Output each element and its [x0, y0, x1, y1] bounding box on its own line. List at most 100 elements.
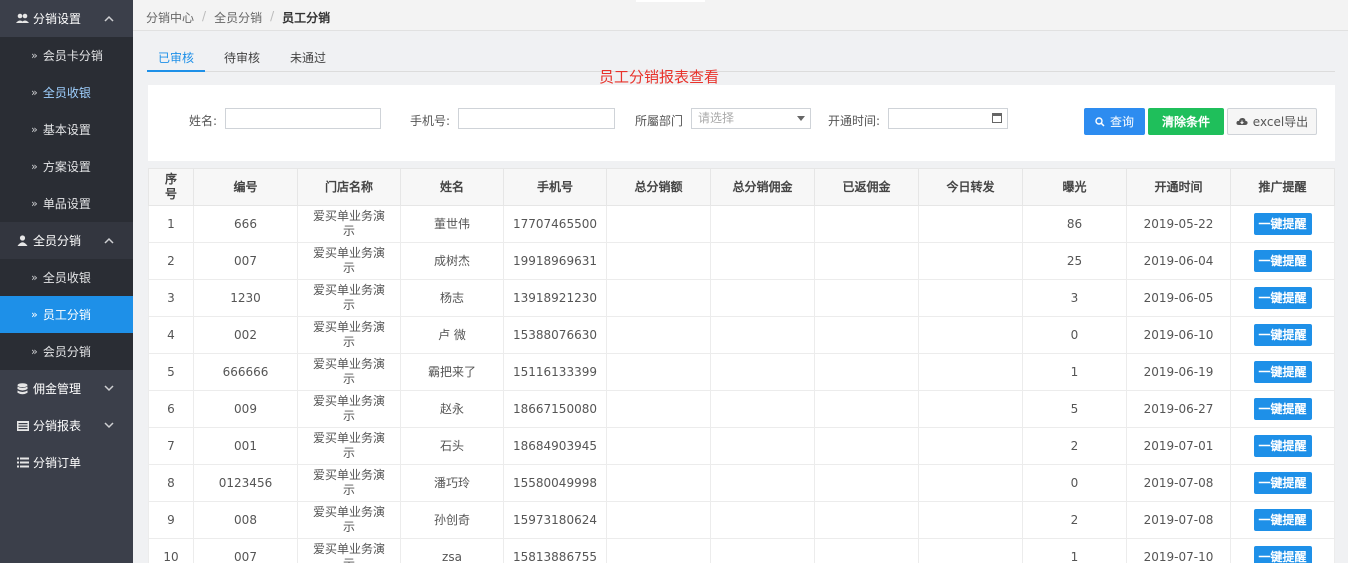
nav-group-distribution-settings[interactable]: 分销设置	[0, 0, 133, 37]
phone-input[interactable]	[458, 108, 615, 129]
row-returned-commission	[814, 205, 919, 243]
row-store: 爱买单业务演示	[297, 390, 401, 428]
table-row: 2 007 爱买单业务演示 成树杰 19918969631 25 2019-06-04 一键提…	[148, 242, 1335, 280]
one-click-remind-button[interactable]: 一键提醒	[1253, 250, 1312, 272]
query-button[interactable]: 查询	[1084, 108, 1145, 135]
phone-label: 手机号:	[410, 114, 451, 128]
open-time-date-input[interactable]	[888, 108, 1008, 129]
row-total-sales	[606, 538, 711, 563]
row-store: 爱买单业务演示	[297, 464, 401, 502]
row-exposure: 1	[1022, 538, 1127, 563]
one-click-remind-button[interactable]: 一键提醒	[1253, 472, 1312, 494]
table-row: 10007爱买单业务演示zsa15813886755 12019-07-10 一键提…	[148, 538, 1335, 563]
row-name: 孙创奇	[400, 501, 504, 539]
one-click-remind-button[interactable]: 一键提醒	[1253, 361, 1312, 383]
double-chevron-right-icon: ››	[31, 123, 38, 136]
breadcrumb-item[interactable]: 全员分销	[214, 9, 262, 26]
tab-pending[interactable]: 待审核	[213, 44, 271, 72]
row-open-time: 2019-06-04	[1126, 242, 1231, 280]
row-open-time: 2019-06-05	[1126, 279, 1231, 317]
row-today-forwards	[918, 390, 1023, 428]
row-returned-commission	[814, 390, 919, 428]
clear-conditions-button[interactable]: 清除条件	[1148, 108, 1224, 135]
sidebar-item-basic-settings[interactable]: ›› 基本设置	[0, 111, 133, 148]
row-total-sales	[606, 427, 711, 465]
table-row: 3 1230 爱买单业务演示 杨志 13918921230 3 2019-06-05 一键提醒	[148, 279, 1335, 317]
double-chevron-right-icon: ››	[31, 86, 38, 99]
row-number: 6	[148, 390, 194, 428]
sidebar-item-staff-distribution[interactable]: ›› 员工分销	[0, 296, 133, 333]
row-exposure: 3	[1022, 279, 1127, 317]
table-row: 8 0123456 爱买单业务演示 潘巧玲 15580049998 0 2019-07-08…	[148, 464, 1335, 502]
row-today-forwards	[918, 353, 1023, 391]
breadcrumb-separator: /	[270, 9, 275, 23]
breadcrumb-item[interactable]: 分销中心	[146, 9, 194, 26]
tab-approved[interactable]: 已审核	[147, 44, 206, 72]
row-number: 9	[148, 501, 194, 539]
one-click-remind-button[interactable]: 一键提醒	[1253, 287, 1312, 309]
row-returned-commission	[814, 538, 919, 563]
row-returned-commission	[814, 353, 919, 391]
sidebar-item-label: 全员收银	[42, 86, 91, 100]
nav-group-all-staff-distribution[interactable]: 全员分销	[0, 222, 133, 259]
tab-rejected[interactable]: 未通过	[279, 44, 337, 72]
row-exposure: 25	[1022, 242, 1127, 280]
row-today-forwards	[918, 279, 1023, 317]
table-row: 5 666666 爱买单业务演示 霸把来了 15116133399 1 2019-06-19…	[148, 353, 1335, 391]
row-total-commission	[710, 427, 815, 465]
department-select[interactable]: 请选择	[691, 108, 811, 129]
sidebar-item-all-cashier-2[interactable]: ›› 全员收银	[0, 259, 133, 296]
row-phone: 15388076630	[503, 316, 607, 354]
column-header-exposure: 曝光	[1022, 168, 1127, 206]
row-returned-commission	[814, 316, 919, 354]
row-today-forwards	[918, 427, 1023, 465]
row-reminder-cell: 一键提醒	[1230, 353, 1335, 391]
column-header-total-sales: 总分销额	[606, 168, 711, 206]
row-open-time: 2019-07-01	[1126, 427, 1231, 465]
sidebar-item-member-distribution[interactable]: ›› 会员分销	[0, 333, 133, 370]
row-reminder-cell: 一键提醒	[1230, 501, 1335, 539]
row-total-sales	[606, 390, 711, 428]
one-click-remind-button[interactable]: 一键提醒	[1253, 398, 1312, 420]
row-today-forwards	[918, 538, 1023, 563]
double-chevron-right-icon: ››	[31, 271, 38, 284]
one-click-remind-button[interactable]: 一键提醒	[1253, 435, 1312, 457]
one-click-remind-button[interactable]: 一键提醒	[1253, 546, 1312, 563]
sidebar-item-label: 会员分销	[42, 345, 91, 359]
row-phone: 17707465500	[503, 205, 607, 243]
nav-group-commission-management[interactable]: 佣金管理	[0, 370, 133, 407]
sidebar-item-member-card-distribution[interactable]: ›› 会员卡分销	[0, 37, 133, 74]
row-name: zsa	[400, 538, 504, 563]
chevron-up-icon	[103, 12, 115, 24]
row-total-sales	[606, 501, 711, 539]
row-code: 007	[193, 538, 298, 563]
nav-group-distribution-reports[interactable]: 分销报表	[0, 407, 133, 444]
column-header-code: 编号	[193, 168, 298, 206]
one-click-remind-button[interactable]: 一键提醒	[1253, 213, 1312, 235]
row-exposure: 1	[1022, 353, 1127, 391]
row-phone: 15580049998	[503, 464, 607, 502]
nav-group-label: 佣金管理	[33, 382, 82, 396]
row-total-sales	[606, 353, 711, 391]
nav-group-distribution-orders[interactable]: 分销订单	[0, 444, 133, 481]
row-store: 爱买单业务演示	[297, 242, 401, 280]
name-input[interactable]	[225, 108, 381, 129]
calendar-icon	[992, 113, 1002, 123]
double-chevron-right-icon: ››	[31, 49, 38, 62]
row-reminder-cell: 一键提醒	[1230, 242, 1335, 280]
sidebar-item-item-settings[interactable]: ›› 单品设置	[0, 185, 133, 222]
row-name: 霸把来了	[400, 353, 504, 391]
sidebar-item-all-cashier[interactable]: ›› 全员收银	[0, 74, 133, 111]
double-chevron-right-icon: ››	[31, 345, 38, 358]
row-number: 5	[148, 353, 194, 391]
row-open-time: 2019-07-08	[1126, 501, 1231, 539]
row-reminder-cell: 一键提醒	[1230, 464, 1335, 502]
one-click-remind-button[interactable]: 一键提醒	[1253, 509, 1312, 531]
row-today-forwards	[918, 242, 1023, 280]
row-number: 7	[148, 427, 194, 465]
one-click-remind-button[interactable]: 一键提醒	[1253, 324, 1312, 346]
excel-export-label: excel导出	[1252, 115, 1309, 129]
row-total-sales	[606, 205, 711, 243]
sidebar-item-plan-settings[interactable]: ›› 方案设置	[0, 148, 133, 185]
excel-export-button[interactable]: excel导出	[1227, 108, 1317, 135]
